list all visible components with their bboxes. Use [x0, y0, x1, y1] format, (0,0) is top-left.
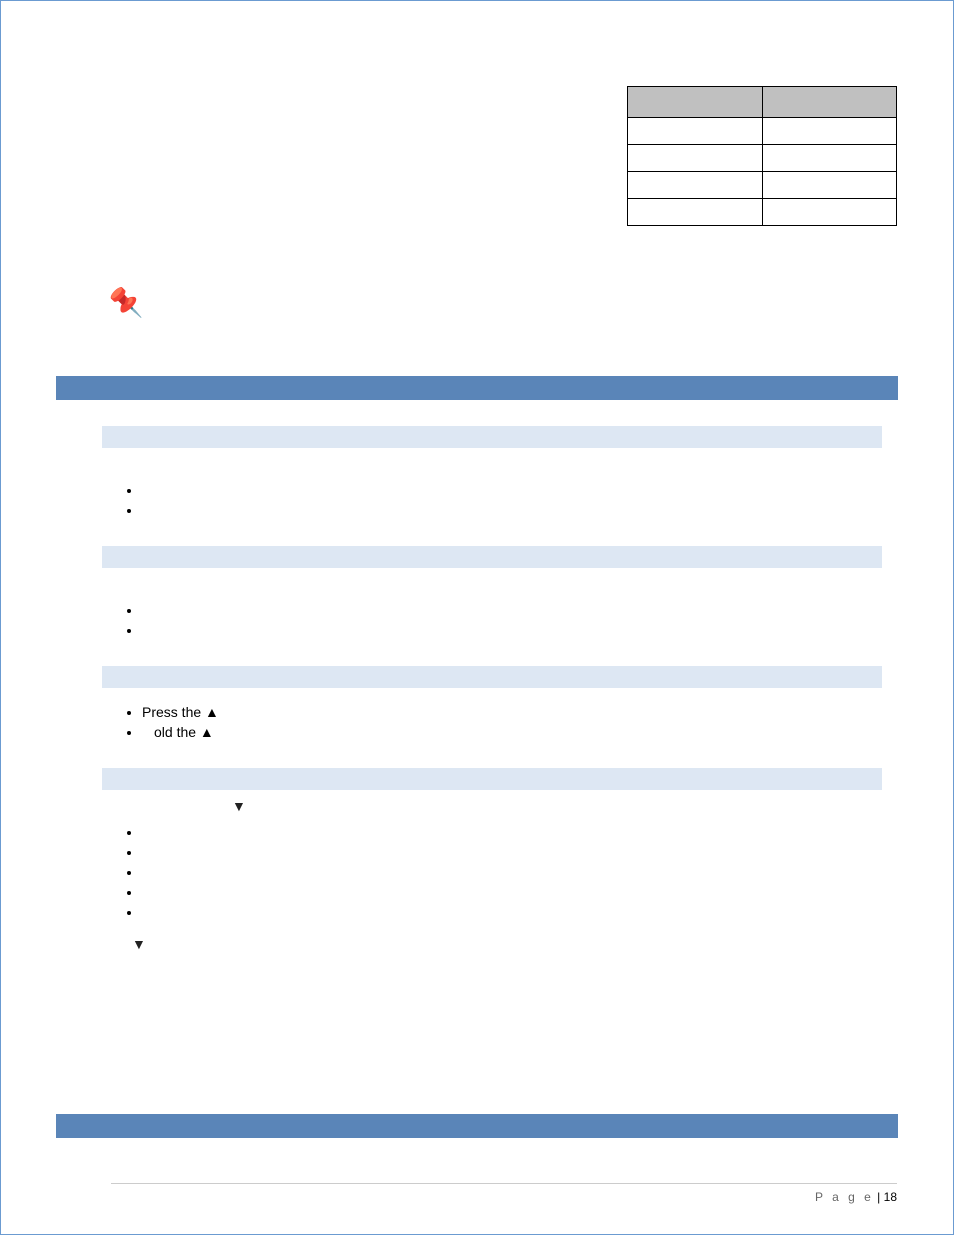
paragraph — [102, 456, 882, 474]
list-item — [142, 620, 882, 640]
section-heading-bar — [56, 376, 898, 400]
note-row: 📌 — [109, 286, 897, 326]
bullet-list: Press the ▲ old the ▲ — [112, 702, 882, 742]
paragraph — [102, 576, 882, 594]
list-item — [142, 500, 882, 520]
list-item — [142, 862, 882, 882]
document-page: 📌 Press the ▲ old the ▲ ▼ — [0, 0, 954, 1235]
subsection-bar — [102, 546, 882, 568]
bullet-list — [112, 822, 882, 922]
pushpin-icon: 📌 — [109, 286, 144, 319]
list-item — [142, 600, 882, 620]
subsection-bar — [102, 426, 882, 448]
down-triangle-icon: ▼ — [132, 936, 146, 952]
bullet-list — [112, 600, 882, 640]
section-heading-bar — [56, 1114, 898, 1138]
list-item — [142, 902, 882, 922]
paragraph: ▼ — [102, 936, 882, 954]
footer-divider — [111, 1183, 897, 1184]
footer-sep: | — [874, 1190, 884, 1204]
table-row — [628, 145, 897, 172]
table-row — [628, 199, 897, 226]
footer-label: P a g e — [815, 1190, 874, 1204]
down-triangle-icon: ▼ — [232, 798, 246, 814]
top-table-area — [57, 86, 897, 226]
table-header-row — [628, 87, 897, 118]
bullet-list — [112, 480, 882, 520]
subsection-bar — [102, 768, 882, 790]
table-row — [628, 118, 897, 145]
page-number: 18 — [884, 1190, 897, 1204]
subsection-bar — [102, 666, 882, 688]
list-item — [142, 842, 882, 862]
table-header-cell — [628, 87, 763, 118]
list-item — [142, 822, 882, 842]
table-row — [628, 172, 897, 199]
page-footer: P a g e | 18 — [815, 1190, 897, 1204]
table-header-cell — [762, 87, 897, 118]
paragraph: ▼ — [102, 798, 882, 816]
info-table — [627, 86, 897, 226]
content-block: Press the ▲ old the ▲ ▼ ▼ — [102, 426, 882, 954]
list-item — [142, 882, 882, 902]
list-item — [142, 480, 882, 500]
list-item: Press the ▲ — [142, 702, 882, 722]
list-item: old the ▲ — [142, 722, 882, 742]
